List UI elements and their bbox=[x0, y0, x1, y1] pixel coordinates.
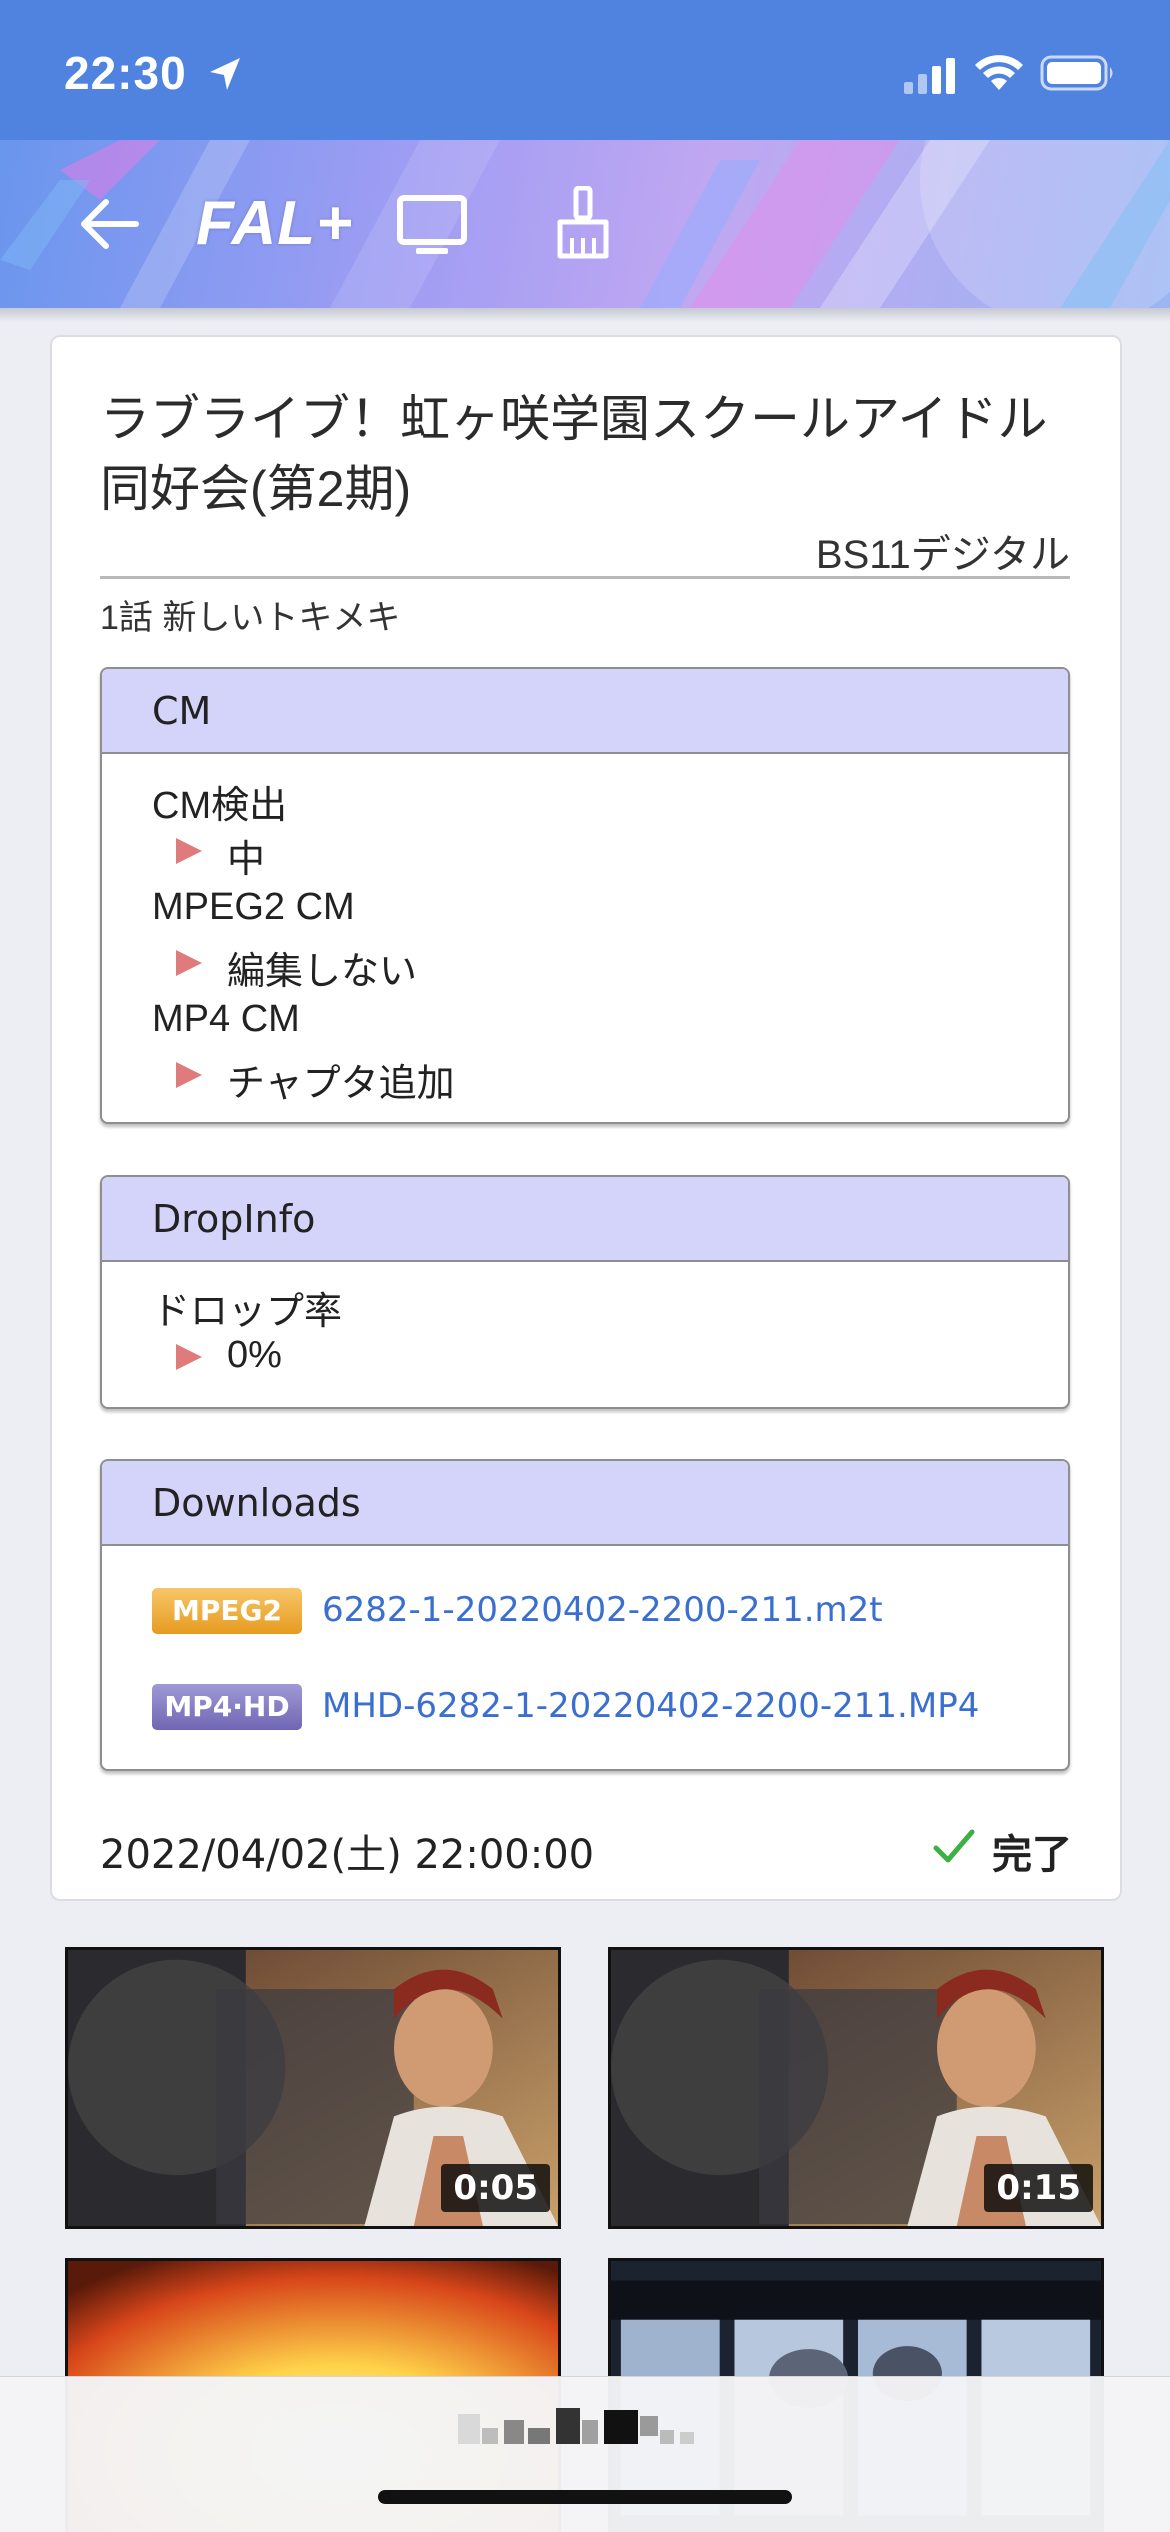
mp4-cm-value: チャプタ追加 bbox=[227, 1063, 455, 1105]
triangle-right-icon bbox=[176, 1062, 202, 1088]
mp4-cm-label: MP4 CM bbox=[152, 998, 300, 1040]
mpeg2-cm-label: MPEG2 CM bbox=[152, 886, 355, 928]
triangle-right-icon bbox=[176, 838, 202, 864]
browser-bottom-bar bbox=[0, 2376, 1170, 2532]
thumbnail[interactable]: 0:05 bbox=[65, 1947, 561, 2229]
back-arrow-icon[interactable] bbox=[78, 196, 140, 252]
dropinfo-panel: DropInfo ドロップ率 0% bbox=[100, 1175, 1070, 1409]
video-duration: 0:05 bbox=[441, 2164, 550, 2212]
cm-detect-label: CM検出 bbox=[152, 785, 288, 827]
battery-icon bbox=[1040, 55, 1113, 91]
program-title: ラブライブ！虹ヶ咲学園スクールアイドル同好会(第2期) bbox=[100, 391, 1048, 517]
drop-rate-value: 0% bbox=[227, 1334, 282, 1376]
video-duration: 0:15 bbox=[984, 2164, 1093, 2212]
wifi-icon bbox=[975, 55, 1023, 90]
cm-panel: CM CM検出 中 MPEG2 CM 編集しない MP4 CM チャプタ追加 bbox=[100, 667, 1070, 1124]
episode-title: 1話 新しいトキメキ bbox=[100, 599, 401, 637]
triangle-right-icon bbox=[176, 950, 202, 976]
download-link-mpeg2[interactable]: 6282-1-20220402-2200-211.m2t bbox=[322, 1590, 883, 1630]
drop-rate-label: ドロップ率 bbox=[152, 1291, 343, 1333]
url-bar-redacted[interactable] bbox=[458, 2408, 698, 2452]
triangle-right-icon bbox=[176, 1344, 202, 1370]
mp4-hd-badge: MP4·HD bbox=[152, 1684, 302, 1730]
check-icon bbox=[933, 1829, 975, 1863]
mpeg2-badge: MPEG2 bbox=[152, 1588, 302, 1634]
title-divider bbox=[100, 576, 1070, 579]
status-time: 22:30 bbox=[64, 47, 187, 99]
status-bar: 22:30 bbox=[0, 0, 1170, 140]
thumbnail[interactable]: 0:15 bbox=[608, 1947, 1104, 2229]
mpeg2-cm-value: 編集しない bbox=[227, 951, 418, 993]
tv-icon[interactable] bbox=[396, 194, 468, 258]
cm-detect-value: 中 bbox=[227, 839, 266, 881]
location-arrow-icon bbox=[210, 58, 240, 90]
downloads-panel-header: Downloads bbox=[102, 1461, 1068, 1546]
cellular-signal-icon bbox=[904, 58, 955, 94]
broom-icon[interactable] bbox=[552, 186, 614, 262]
downloads-panel: Downloads MPEG2 6282-1-20220402-2200-211… bbox=[100, 1459, 1070, 1771]
home-indicator bbox=[378, 2490, 792, 2504]
status-label: 完了 bbox=[992, 1833, 1072, 1877]
broadcast-datetime: 2022/04/02(土) 22:00:00 bbox=[100, 1832, 595, 1878]
download-link-mp4[interactable]: MHD-6282-1-20220402-2200-211.MP4 bbox=[322, 1686, 979, 1726]
cm-panel-header: CM bbox=[102, 669, 1068, 754]
app-bar-shadow bbox=[0, 308, 1170, 322]
channel-name: BS11デジタル bbox=[815, 533, 1070, 577]
dropinfo-panel-header: DropInfo bbox=[102, 1177, 1068, 1262]
app-logo[interactable]: FAL+ bbox=[196, 188, 353, 259]
